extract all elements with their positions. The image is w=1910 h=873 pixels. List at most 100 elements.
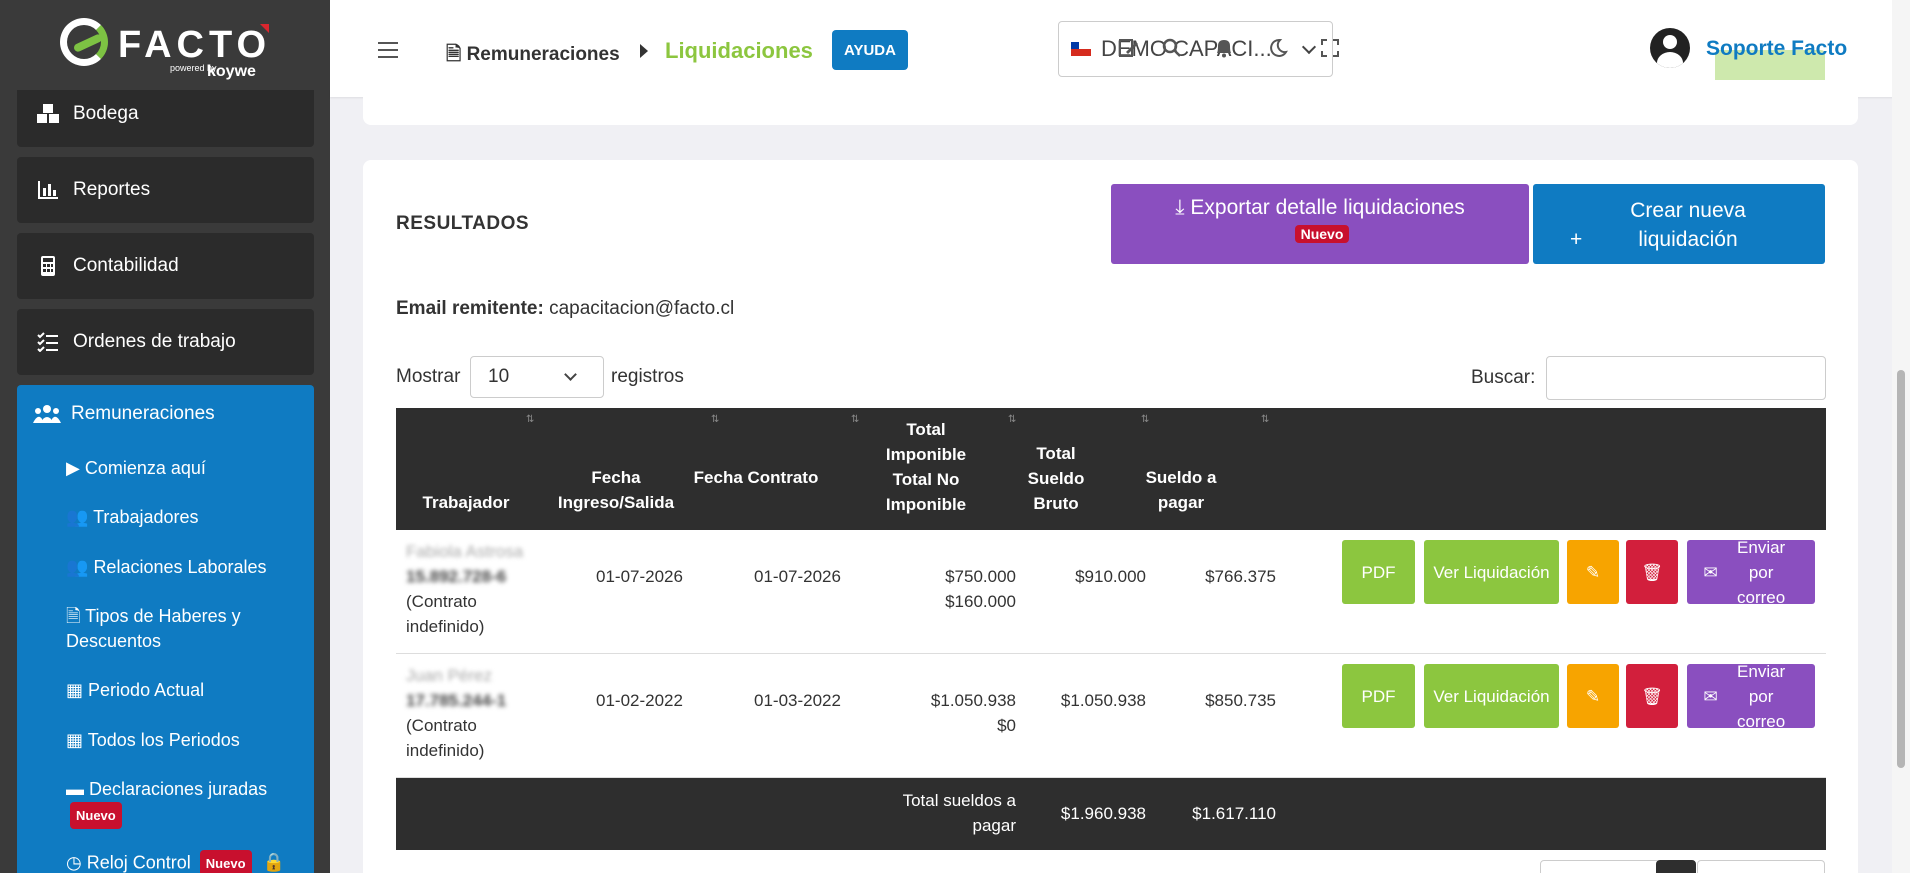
delete-button[interactable]: 🗑 (1626, 664, 1678, 728)
sort-icon[interactable]: ⇅ (1261, 414, 1269, 425)
menu-toggle-icon[interactable] (378, 42, 398, 63)
records-label: registros (611, 366, 684, 387)
subitem-label: Relaciones Laborales (93, 557, 267, 577)
sidebar-subitem-periodo-actual[interactable]: ▦ Periodo Actual (66, 678, 296, 703)
boxes-icon (35, 103, 61, 125)
calendar-day-icon: ▦ (66, 680, 84, 700)
trash-icon: 🗑 (1641, 686, 1663, 706)
sort-icon[interactable]: ⇅ (851, 414, 859, 425)
sidebar-item-remuneraciones: Remuneraciones ▶ Comienza aquí 👥 Trabaja… (17, 385, 314, 873)
send-email-button[interactable]: ✉ Enviar por correo (1687, 662, 1815, 731)
send-email-button[interactable]: ✉ Enviar por correo (1687, 538, 1815, 607)
pagination-previous[interactable] (1540, 860, 1660, 873)
column-header-sueldo-bruto[interactable]: Total Sueldo Bruto (1016, 441, 1096, 516)
edit-document-icon[interactable] (1117, 37, 1141, 61)
fecha-ingreso: 01-02-2022 (596, 691, 683, 710)
help-button[interactable]: AYUDA (832, 30, 908, 70)
total-imponible-cell: $1.050.938 $0 (886, 688, 1016, 738)
sidebar-item-bodega[interactable]: Bodega (17, 81, 314, 147)
user-group-icon: 👥 (66, 557, 89, 577)
column-header-fecha-ingreso[interactable]: Fecha Ingreso/Salida (551, 465, 681, 515)
column-header-total-imponible[interactable]: Total Imponible Total No Imponible (876, 417, 976, 517)
create-label: Crear nueva liquidación (1630, 199, 1746, 251)
worker-cell: Juan Pérez 17.785.244-1 (Contrato indefi… (406, 663, 536, 763)
sueldo-bruto: $1.050.938 (1060, 691, 1146, 710)
play-icon: ▶ (66, 458, 80, 478)
sidebar-item-label: Ordenes de trabajo (73, 331, 236, 352)
chile-flag-icon (1071, 42, 1091, 56)
brand-partner: koywe (207, 63, 256, 80)
create-payslip-button[interactable]: + Crear nueva liquidación (1533, 184, 1825, 264)
company-select[interactable]: DEMO CAPACI... (1058, 21, 1333, 77)
results-title: RESULTADOS (396, 213, 530, 234)
task-list-icon (35, 331, 61, 353)
search-icon[interactable] (1161, 37, 1185, 61)
users-icon (33, 404, 61, 424)
search-input[interactable] (1546, 356, 1826, 400)
sidebar-item-label: Contabilidad (73, 255, 179, 276)
clock-icon: ◷ (66, 852, 82, 873)
fullscreen-icon[interactable] (1319, 37, 1343, 61)
envelope-icon: ✉ (1703, 562, 1718, 582)
subitem-label: Reloj Control (86, 852, 191, 873)
sidebar-subitem-trabajadores[interactable]: 👥 Trabajadores (66, 505, 296, 530)
pagination-current-page[interactable] (1656, 860, 1696, 873)
column-header-trabajador[interactable]: Trabajador (416, 490, 516, 515)
total-imponible-cell: $750.000 $160.000 (886, 564, 1016, 614)
sort-icon[interactable]: ⇅ (711, 414, 719, 425)
sidebar: FACTO powered by koywe Bodega Reportes C… (0, 0, 330, 873)
page-size-value: 10 (488, 366, 510, 387)
view-payslip-button[interactable]: Ver Liquidación (1424, 664, 1559, 728)
user-name[interactable]: Soporte Facto (1706, 37, 1847, 61)
edit-button[interactable]: ✎ (1567, 664, 1619, 728)
facto-logo-icon (60, 18, 108, 66)
scrollbar-thumb[interactable] (1897, 370, 1905, 768)
sort-icon[interactable]: ⇅ (1008, 414, 1016, 425)
breadcrumb-parent[interactable]: 🗎 Remuneraciones (446, 40, 620, 72)
worker-name: Juan Pérez (406, 666, 492, 685)
sidebar-item-contabilidad[interactable]: Contabilidad (17, 233, 314, 299)
pdf-button[interactable]: PDF (1342, 540, 1415, 604)
sidebar-subitem-tipos-haberes[interactable]: 🗎 Tipos de Haberes y Descuentos (66, 604, 296, 654)
delete-button[interactable]: 🗑 (1626, 540, 1678, 604)
subitem-label: Declaraciones juradas (89, 779, 268, 799)
total-imponible: $750.000 (945, 567, 1016, 586)
breadcrumb-current: Liquidaciones (665, 38, 813, 63)
pdf-button[interactable]: PDF (1342, 664, 1415, 728)
sort-icon[interactable]: ⇅ (526, 414, 534, 425)
sidebar-remuneraciones-header[interactable]: Remuneraciones (33, 403, 215, 425)
pagination-next[interactable] (1697, 860, 1825, 873)
column-header-sueldo-pagar[interactable]: Sueldo a pagar (1136, 465, 1226, 515)
brand-name: FACTO (118, 24, 272, 66)
export-details-button[interactable]: ⤓ Exportar detalle liquidaciones Nuevo (1111, 184, 1529, 264)
moon-icon[interactable] (1267, 37, 1291, 61)
sidebar-item-reportes[interactable]: Reportes (17, 157, 314, 223)
sidebar-subitem-comienza[interactable]: ▶ Comienza aquí (66, 456, 296, 481)
sidebar-subitem-todos-periodos[interactable]: ▦ Todos los Periodos (66, 728, 296, 753)
archive-icon: ▬ (66, 779, 84, 799)
view-payslip-button[interactable]: Ver Liquidación (1424, 540, 1559, 604)
total-no-imponible: $160.000 (945, 592, 1016, 611)
sueldo-pagar: $766.375 (1205, 567, 1276, 586)
sidebar-item-label: Reportes (73, 179, 151, 200)
bell-icon[interactable] (1213, 37, 1237, 61)
sidebar-subitem-declaraciones[interactable]: ▬ Declaraciones juradas Nuevo (66, 777, 296, 829)
breadcrumb-arrow-icon (640, 44, 648, 58)
users-icon: 👥 (66, 507, 89, 527)
avatar[interactable] (1650, 28, 1690, 68)
sidebar-subitem-reloj[interactable]: ◷ Reloj Control Nuevo 🔒 (66, 850, 296, 873)
total-imponible: $1.050.938 (930, 691, 1016, 710)
worker-rut: 15.892.728-6 (406, 567, 507, 586)
send-email-label: Enviar por correo (1737, 537, 1786, 607)
brand-logo[interactable]: FACTO powered by koywe (0, 0, 330, 90)
breadcrumb-parent-label: Remuneraciones (466, 44, 620, 65)
page-scrollbar[interactable] (1892, 0, 1910, 873)
edit-button[interactable]: ✎ (1567, 540, 1619, 604)
sidebar-subitem-relaciones[interactable]: 👥 Relaciones Laborales (66, 555, 296, 580)
sort-icon[interactable]: ⇅ (1141, 414, 1149, 425)
page-size-select[interactable]: 10 (470, 356, 604, 398)
show-label: Mostrar (396, 366, 461, 387)
sidebar-item-ordenes[interactable]: Ordenes de trabajo (17, 309, 314, 375)
column-header-fecha-contrato[interactable]: Fecha Contrato (686, 465, 826, 490)
send-email-label: Enviar por correo (1737, 661, 1786, 731)
